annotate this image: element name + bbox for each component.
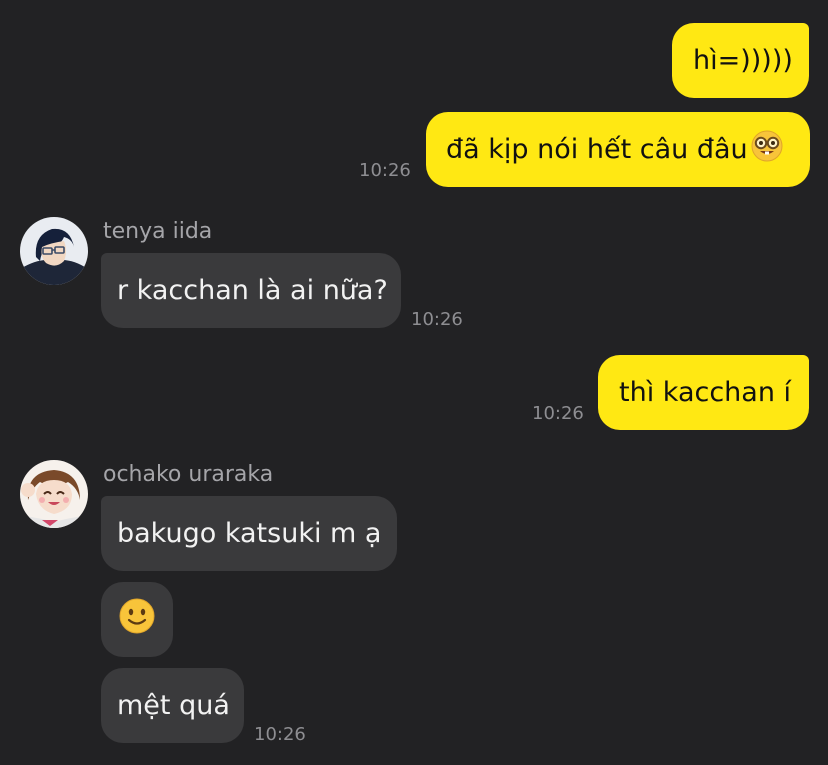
message-timestamp: 10:26: [254, 724, 306, 745]
outgoing-message-bubble[interactable]: đã kịp nói hết câu đâu: [426, 112, 810, 187]
sender-name: ochako uraraka: [103, 462, 274, 487]
nerd-face-emoji: [750, 129, 784, 170]
message-text: hì=))))): [693, 45, 793, 76]
incoming-message-bubble[interactable]: bakugo katsuki m ạ: [101, 496, 397, 571]
message-text: bakugo katsuki m ạ: [117, 518, 382, 549]
message-text: thì kacchan í: [619, 377, 792, 408]
incoming-message-bubble[interactable]: mệt quá: [101, 668, 244, 743]
message-timestamp: 10:26: [411, 309, 463, 330]
sender-name: tenya iida: [103, 219, 213, 244]
message-timestamp: 10:26: [359, 160, 411, 181]
tenya-iida-avatar[interactable]: [20, 217, 88, 285]
message-timestamp: 10:26: [532, 403, 584, 424]
outgoing-message-bubble[interactable]: hì=))))): [672, 23, 809, 98]
incoming-message-bubble[interactable]: [101, 582, 173, 657]
ochako-uraraka-avatar[interactable]: [20, 460, 88, 528]
incoming-message-bubble[interactable]: r kacchan là ai nữa?: [101, 253, 401, 328]
message-text: đã kịp nói hết câu đâu: [446, 134, 748, 165]
slightly-smiling-face-emoji: [118, 597, 156, 642]
message-text: mệt quá: [117, 690, 230, 721]
message-text: r kacchan là ai nữa?: [117, 275, 388, 306]
outgoing-message-bubble[interactable]: thì kacchan í: [598, 355, 809, 430]
